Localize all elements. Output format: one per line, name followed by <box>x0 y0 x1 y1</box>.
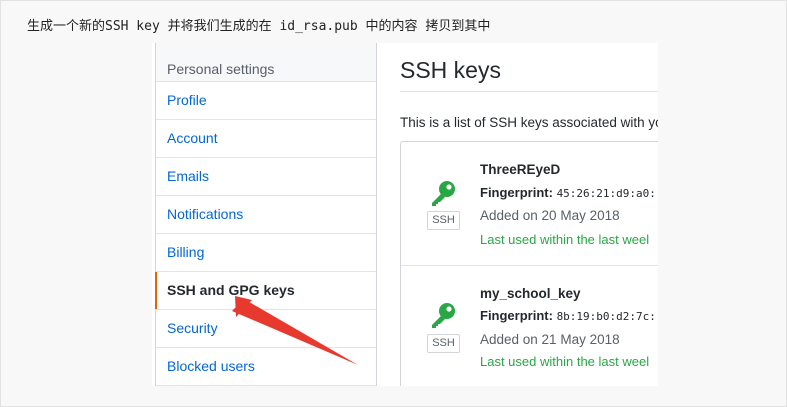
github-settings-screenshot: Personal settings Profile Account Emails… <box>152 43 658 386</box>
page-card: 生成一个新的SSH key 并将我们生成的在 id_rsa.pub 中的内容 拷… <box>0 0 787 407</box>
annotation-arrow <box>232 296 358 365</box>
caption-text: 生成一个新的SSH key 并将我们生成的在 id_rsa.pub 中的内容 拷… <box>27 19 491 34</box>
